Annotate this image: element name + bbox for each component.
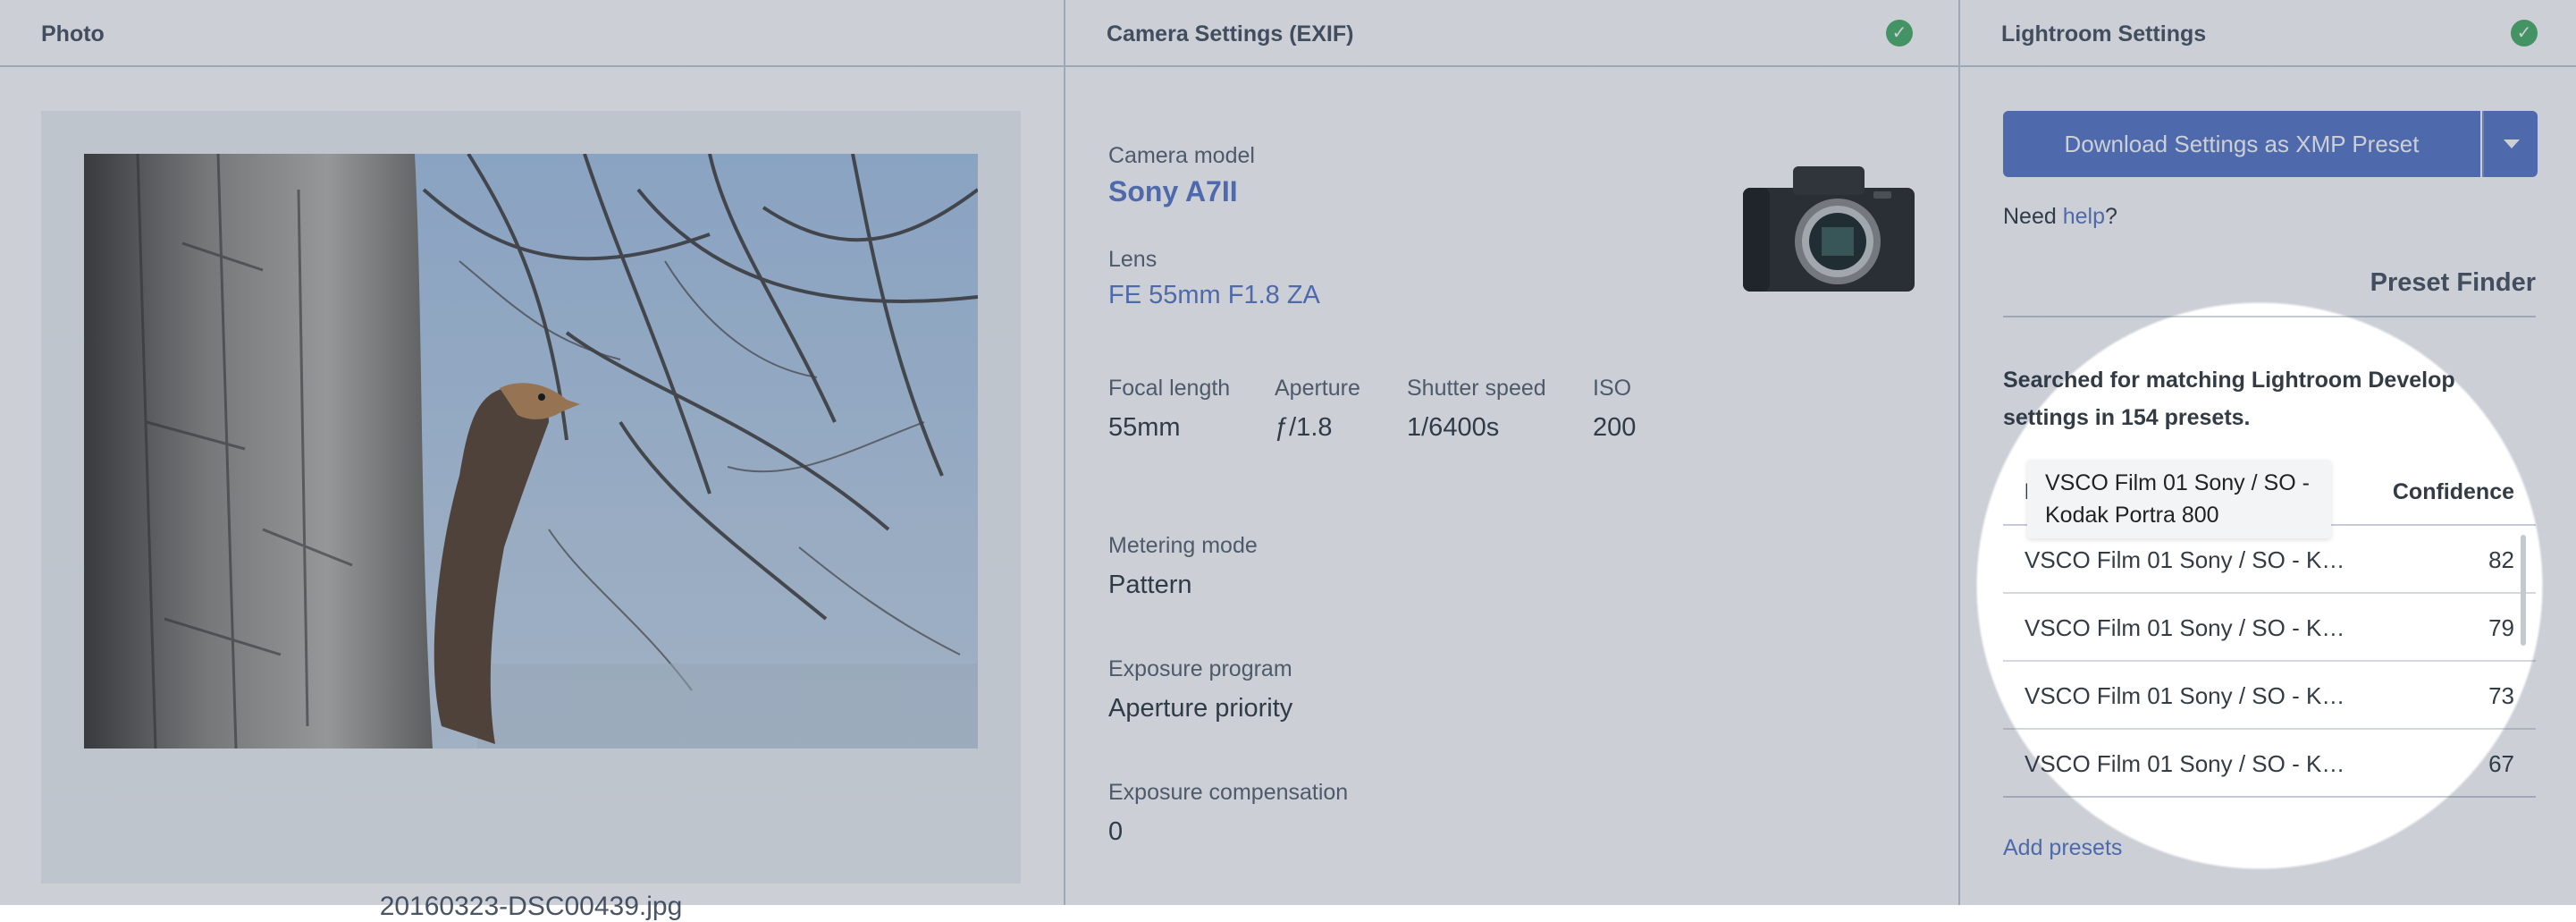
photo-column: Photo 20160323-DSC00439.jpg — [0, 0, 1064, 921]
metering-mode-label: Metering mode — [1108, 533, 1258, 558]
metering-mode-value: Pattern — [1108, 571, 1192, 599]
preset-name: VSCO Film 01 Sony / SO - Kodak Portra 80… — [2025, 614, 2355, 641]
table-row[interactable]: VSCO Film 01 Sony / SO - Kodak Portra 80… — [2003, 594, 2536, 662]
checkmark-icon: ✓ — [2511, 20, 2538, 47]
preset-confidence: 73 — [2488, 682, 2514, 709]
camera-icon — [1743, 166, 1915, 292]
preset-table-scrollbar[interactable] — [2521, 535, 2526, 646]
preset-finder-title: Preset Finder — [2370, 268, 2536, 297]
photo-preview — [84, 154, 978, 749]
exposure-program-value: Aperture priority — [1108, 694, 1293, 723]
focal-length-label: Focal length — [1108, 376, 1231, 401]
preset-confidence: 67 — [2488, 750, 2514, 777]
lightroom-column: Lightroom Settings ✓ Download Settings a… — [1958, 0, 2576, 905]
photo-filename: 20160323-DSC00439.jpg — [379, 892, 683, 921]
need-help-text: Need help? — [2003, 204, 2117, 230]
iso-value: 200 — [1593, 413, 1637, 442]
photo-card: 20160323-DSC00439.jpg — [41, 111, 1021, 921]
need-help-suffix: ? — [2104, 204, 2117, 229]
lens-link[interactable]: FE 55mm F1.8 ZA — [1108, 281, 1320, 310]
app-page: Photo 20160323-DSC00439.jpg Camera Setti… — [0, 0, 2576, 921]
preset-name-tooltip: VSCO Film 01 Sony / SO - Kodak Portra 80… — [2027, 460, 2331, 538]
photo-header: Photo — [0, 0, 1064, 67]
preset-confidence: 79 — [2488, 614, 2514, 641]
table-row[interactable]: VSCO Film 01 Sony / SO - Kodak Portra 80… — [2003, 730, 2536, 798]
lightroom-header-title: Lightroom Settings — [2001, 21, 2207, 47]
camera-model-link[interactable]: Sony A7II — [1108, 175, 1238, 208]
download-options-button[interactable] — [2482, 111, 2538, 177]
preset-name: VSCO Film 01 Sony / SO - Kodak Portra 80… — [2025, 546, 2355, 573]
help-link[interactable]: help — [2063, 204, 2105, 229]
add-presets-link[interactable]: Add presets — [2003, 835, 2122, 861]
preset-finder-divider — [2003, 316, 2536, 317]
exif-column: Camera Settings (EXIF) ✓ Camera model So… — [1064, 0, 1960, 905]
preset-confidence: 82 — [2488, 546, 2514, 573]
table-row[interactable]: VSCO Film 01 Sony / SO - Kodak Portra 80… — [2003, 662, 2536, 730]
exif-header: Camera Settings (EXIF) ✓ — [1065, 0, 1960, 67]
iso-label: ISO — [1593, 376, 1632, 401]
preset-name: VSCO Film 01 Sony / SO - Kodak Portra 80… — [2025, 682, 2355, 709]
exposure-compensation-value: 0 — [1108, 817, 1124, 846]
photo-header-title: Photo — [41, 21, 105, 47]
need-help-prefix: Need — [2003, 204, 2063, 229]
checkmark-icon: ✓ — [1886, 20, 1913, 47]
exif-header-title: Camera Settings (EXIF) — [1107, 21, 1354, 47]
preset-name: VSCO Film 01 Sony / SO - Kodak Portra 80… — [2025, 750, 2355, 777]
exposure-program-label: Exposure program — [1108, 656, 1292, 681]
exposure-compensation-label: Exposure compensation — [1108, 780, 1349, 805]
download-xmp-button[interactable]: Download Settings as XMP Preset — [2003, 111, 2480, 177]
shutter-speed-value: 1/6400s — [1407, 413, 1500, 442]
search-summary: Searched for matching Lightroom Develop … — [2003, 368, 2455, 430]
focal-length-value: 55mm — [1108, 413, 1181, 442]
aperture-value: ƒ/1.8 — [1275, 413, 1333, 442]
lens-label: Lens — [1108, 247, 1158, 272]
lightroom-header: Lightroom Settings ✓ — [1960, 0, 2576, 67]
aperture-label: Aperture — [1275, 376, 1360, 401]
caret-down-icon — [2504, 140, 2520, 148]
shutter-speed-label: Shutter speed — [1407, 376, 1546, 401]
confidence-column-header[interactable]: Confidence — [2393, 479, 2514, 505]
camera-model-label: Camera model — [1108, 143, 1255, 168]
